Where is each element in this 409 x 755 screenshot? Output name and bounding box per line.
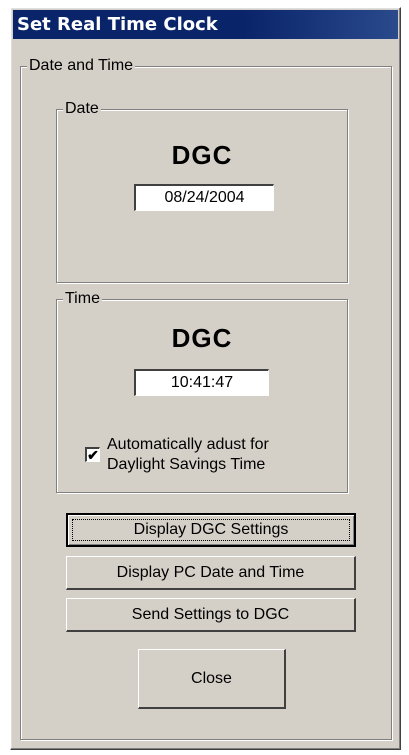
display-pc-date-time-button[interactable]: Display PC Date and Time [66,556,356,590]
time-legend: Time [63,289,102,309]
date-field[interactable]: 08/24/2004 [134,184,274,211]
time-field[interactable]: 10:41:47 [134,369,269,396]
date-device-label: DGC [171,140,233,170]
time-group: Time DGC 10:41:47 ✔ Automatically adust … [56,289,348,493]
date-and-time-group: Date and Time Date DGC 08/24/2004 Time D… [20,56,392,740]
set-real-time-clock-window: Set Real Time Clock Date and Time Date D… [10,7,401,750]
time-device-label: DGC [171,323,233,353]
dst-checkbox[interactable]: ✔ [85,447,100,462]
window-title: Set Real Time Clock [13,10,398,39]
display-dgc-settings-button[interactable]: Display DGC Settings [66,513,356,547]
display-pc-date-time-label: Display PC Date and Time [116,564,305,581]
close-label: Close [191,670,232,687]
display-dgc-settings-label: Display DGC Settings [133,521,289,538]
dst-checkbox-row[interactable]: ✔ Automatically adust for Daylight Savin… [85,435,340,479]
checkmark-icon: ✔ [87,447,99,463]
dst-label-line1: Automatically adust for [107,436,269,453]
date-group: Date DGC 08/24/2004 [56,99,348,283]
dst-checkbox-label[interactable]: Automatically adust for Daylight Savings… [107,435,269,475]
send-settings-button[interactable]: Send Settings to DGC [66,598,356,632]
close-button[interactable]: Close [138,649,286,709]
send-settings-label: Send Settings to DGC [131,606,290,623]
date-and-time-legend: Date and Time [27,56,136,76]
date-legend: Date [63,99,101,119]
dst-label-line2: Daylight Savings Time [107,456,266,473]
